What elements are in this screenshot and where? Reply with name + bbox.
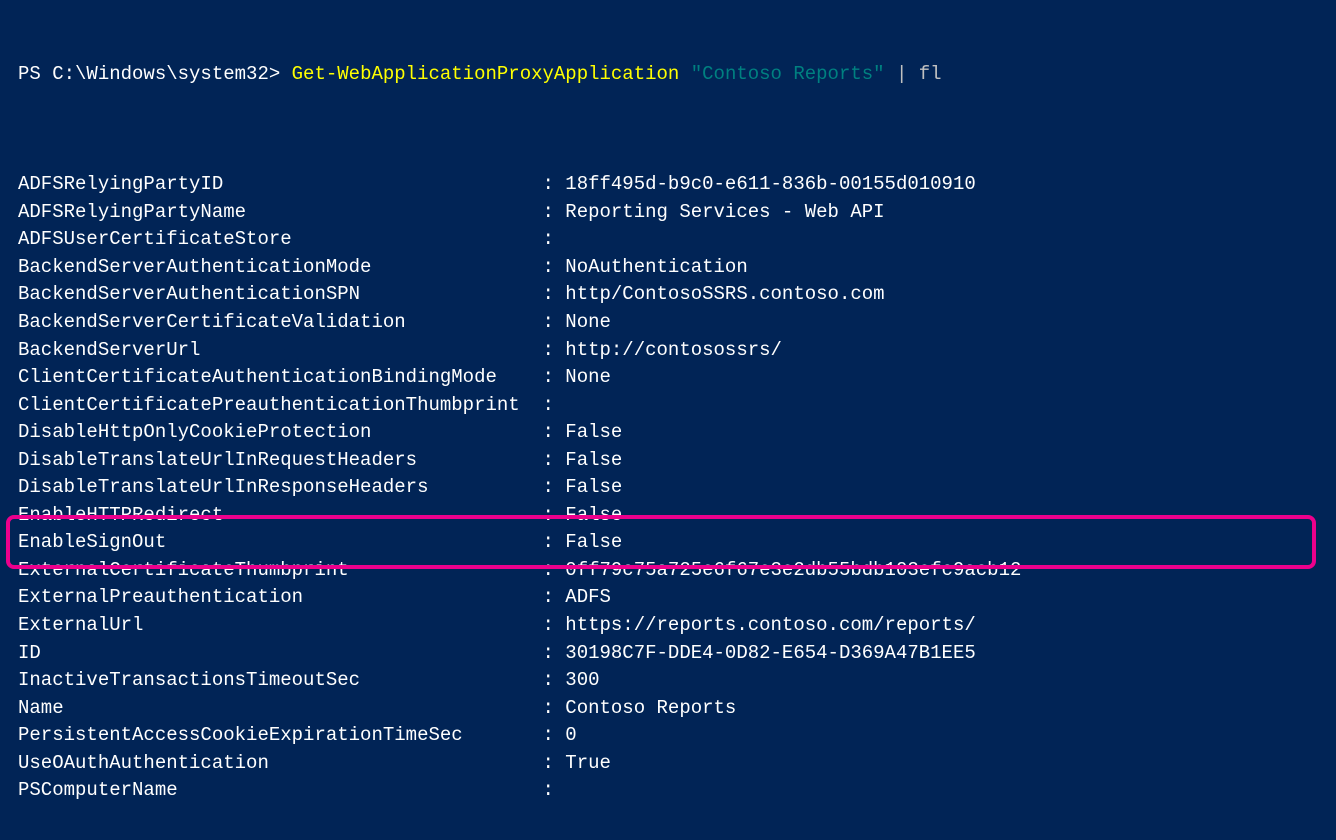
output-value: False (565, 476, 622, 498)
output-key: PSComputerName (18, 777, 531, 805)
output-key: DisableTranslateUrlInResponseHeaders (18, 474, 531, 502)
output-row-backendserverauthenticationmode: BackendServerAuthenticationMode : NoAuth… (18, 254, 1328, 282)
powershell-terminal[interactable]: PS C:\Windows\system32> Get-WebApplicati… (0, 0, 1336, 840)
output-key: BackendServerAuthenticationSPN (18, 281, 531, 309)
output-value: None (565, 366, 611, 388)
output-colon: : (531, 476, 565, 498)
output-value: Reporting Services - Web API (565, 201, 884, 223)
output-value: 18ff495d-b9c0-e611-836b-00155d010910 (565, 173, 975, 195)
output-key: UseOAuthAuthentication (18, 750, 531, 778)
output-row-backendservercertificatevalidation: BackendServerCertificateValidation : Non… (18, 309, 1328, 337)
output-value: False (565, 421, 622, 443)
output-key: ID (18, 640, 531, 668)
output-value: http/ContosoSSRS.contoso.com (565, 283, 884, 305)
output-key: EnableSignOut (18, 529, 531, 557)
output-colon: : (531, 752, 565, 774)
output-row-adfsrelyingpartyname: ADFSRelyingPartyName : Reporting Service… (18, 199, 1328, 227)
output-colon: : (531, 559, 565, 581)
output-colon: : (531, 228, 565, 250)
output-row-enablesignout: EnableSignOut : False (18, 529, 1328, 557)
output-row-clientcertificateauthenticationbindingmode: ClientCertificateAuthenticationBindingMo… (18, 364, 1328, 392)
output-colon: : (531, 504, 565, 526)
cmdlet-pipe: | fl (885, 63, 942, 85)
output-row-pscomputername: PSComputerName : (18, 777, 1328, 805)
output-colon: : (531, 283, 565, 305)
output-colon: : (531, 421, 565, 443)
output-row-inactivetransactionstimeoutsec: InactiveTransactionsTimeoutSec : 300 (18, 667, 1328, 695)
output-key: BackendServerUrl (18, 337, 531, 365)
output-value: None (565, 311, 611, 333)
output-key: ADFSUserCertificateStore (18, 226, 531, 254)
output-value: NoAuthentication (565, 256, 747, 278)
output-key: ClientCertificatePreauthenticationThumbp… (18, 392, 531, 420)
command-line: PS C:\Windows\system32> Get-WebApplicati… (18, 61, 1328, 89)
output-colon: : (531, 531, 565, 553)
output-row-useoauthauthentication: UseOAuthAuthentication : True (18, 750, 1328, 778)
output-row-clientcertificatepreauthenticationthumbprint: ClientCertificatePreauthenticationThumbp… (18, 392, 1328, 420)
output-value: https://reports.contoso.com/reports/ (565, 614, 975, 636)
output-colon: : (531, 697, 565, 719)
output-value: True (565, 752, 611, 774)
output-row-name: Name : Contoso Reports (18, 695, 1328, 723)
output-colon: : (531, 173, 565, 195)
output-row-externalurl: ExternalUrl : https://reports.contoso.co… (18, 612, 1328, 640)
output-value: False (565, 449, 622, 471)
output-colon: : (531, 669, 565, 691)
output-row-enablehttpredirect: EnableHTTPRedirect : False (18, 502, 1328, 530)
output-colon: : (531, 449, 565, 471)
output-key: ADFSRelyingPartyID (18, 171, 531, 199)
output-key: EnableHTTPRedirect (18, 502, 531, 530)
output-colon: : (531, 366, 565, 388)
output-key: BackendServerAuthenticationMode (18, 254, 531, 282)
output-colon: : (531, 394, 565, 416)
output-colon: : (531, 779, 565, 801)
output-value: 0ff79c75a725e6f67e3e2db55bdb103efc9acb12 (565, 559, 1021, 581)
output-key: InactiveTransactionsTimeoutSec (18, 667, 531, 695)
output-block: ADFSRelyingPartyID : 18ff495d-b9c0-e611-… (18, 171, 1328, 805)
output-key: DisableTranslateUrlInRequestHeaders (18, 447, 531, 475)
output-colon: : (531, 201, 565, 223)
output-key: PersistentAccessCookieExpirationTimeSec (18, 722, 531, 750)
output-value: ADFS (565, 586, 611, 608)
output-key: ExternalCertificateThumbprint (18, 557, 531, 585)
output-row-persistentaccesscookieexpirationtimesec: PersistentAccessCookieExpirationTimeSec … (18, 722, 1328, 750)
output-row-externalpreauthentication: ExternalPreauthentication : ADFS (18, 584, 1328, 612)
output-row-backendserverurl: BackendServerUrl : http://contosossrs/ (18, 337, 1328, 365)
output-value: 30198C7F-DDE4-0D82-E654-D369A47B1EE5 (565, 642, 975, 664)
output-row-id: ID : 30198C7F-DDE4-0D82-E654-D369A47B1EE… (18, 640, 1328, 668)
output-key: ExternalUrl (18, 612, 531, 640)
output-key: BackendServerCertificateValidation (18, 309, 531, 337)
output-colon: : (531, 614, 565, 636)
output-row-disabletranslateurlinresponseheaders: DisableTranslateUrlInResponseHeaders : F… (18, 474, 1328, 502)
output-colon: : (531, 642, 565, 664)
output-colon: : (531, 339, 565, 361)
output-key: ADFSRelyingPartyName (18, 199, 531, 227)
output-key: Name (18, 695, 531, 723)
output-colon: : (531, 311, 565, 333)
output-key: ExternalPreauthentication (18, 584, 531, 612)
output-value: http://contosossrs/ (565, 339, 782, 361)
output-value: False (565, 531, 622, 553)
output-row-adfsrelyingpartyid: ADFSRelyingPartyID : 18ff495d-b9c0-e611-… (18, 171, 1328, 199)
output-row-disabletranslateurlinrequestheaders: DisableTranslateUrlInRequestHeaders : Fa… (18, 447, 1328, 475)
output-colon: : (531, 256, 565, 278)
output-row-backendserverauthenticationspn: BackendServerAuthenticationSPN : http/Co… (18, 281, 1328, 309)
output-value: Contoso Reports (565, 697, 736, 719)
output-key: ClientCertificateAuthenticationBindingMo… (18, 364, 531, 392)
output-value: False (565, 504, 622, 526)
output-key: DisableHttpOnlyCookieProtection (18, 419, 531, 447)
cmdlet-argument: "Contoso Reports" (691, 63, 885, 85)
output-value: 0 (565, 724, 576, 746)
prompt-prefix: PS C:\Windows\system32> (18, 63, 292, 85)
output-colon: : (531, 724, 565, 746)
output-row-adfsusercertificatestore: ADFSUserCertificateStore : (18, 226, 1328, 254)
output-value: 300 (565, 669, 599, 691)
output-row-externalcertificatethumbprint: ExternalCertificateThumbprint : 0ff79c75… (18, 557, 1328, 585)
output-row-disablehttponlycookieprotection: DisableHttpOnlyCookieProtection : False (18, 419, 1328, 447)
cmdlet-name: Get-WebApplicationProxyApplication (292, 63, 691, 85)
output-colon: : (531, 586, 565, 608)
